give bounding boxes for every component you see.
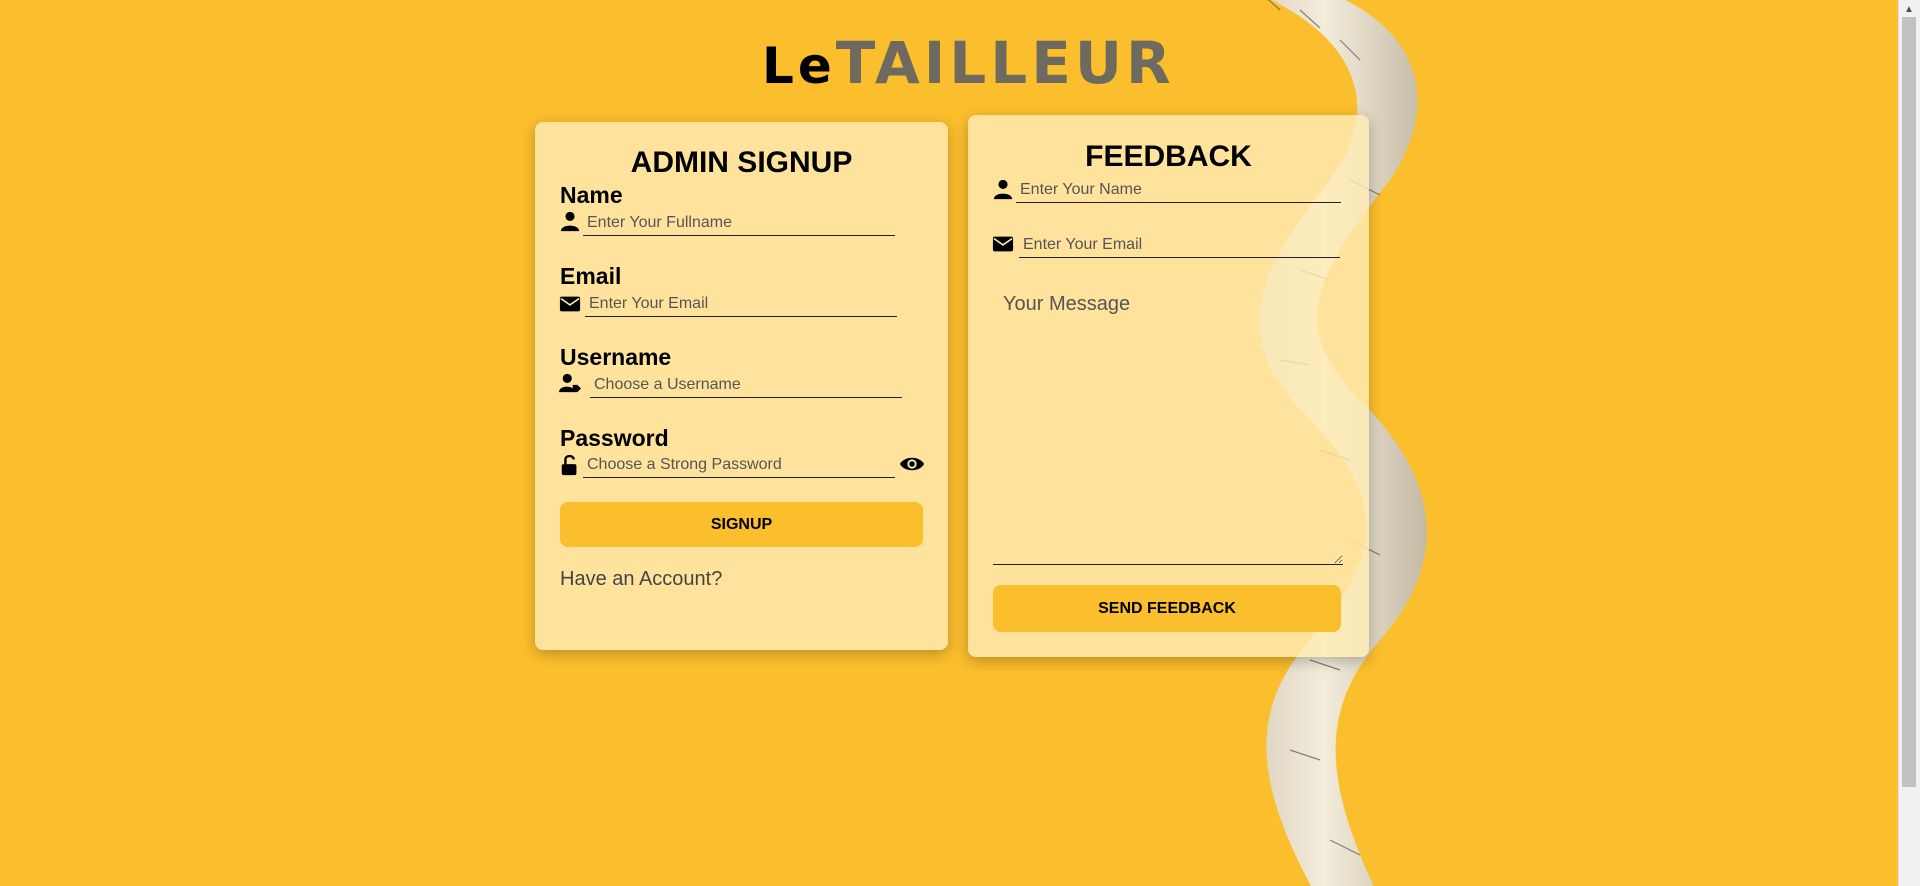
user-icon — [560, 211, 580, 232]
scrollbar-thumb[interactable] — [1902, 17, 1916, 787]
feedback-card: FEEDBACK SEND FEEDBACK — [968, 115, 1369, 657]
page: ▲ LeTAILLEUR ADMIN SIGNUP Name Email Use… — [0, 0, 1920, 886]
admin-signup-card: ADMIN SIGNUP Name Email Username Passwor… — [535, 122, 948, 650]
name-label: Name — [560, 182, 623, 208]
signup-button[interactable]: SIGNUP — [560, 502, 923, 547]
envelope-icon — [992, 236, 1014, 252]
feedback-title: FEEDBACK — [1085, 140, 1252, 173]
scroll-up-arrow-icon[interactable]: ▲ — [1904, 4, 1914, 15]
have-account-link[interactable]: Have an Account? — [560, 568, 722, 591]
logo-le: Le — [762, 37, 836, 95]
user-tag-icon — [559, 373, 581, 393]
page-scrollbar[interactable]: ▲ — [1898, 0, 1920, 886]
feedback-email-input[interactable] — [1019, 232, 1340, 258]
feedback-message-textarea[interactable] — [993, 285, 1343, 565]
send-feedback-button[interactable]: SEND FEEDBACK — [993, 585, 1341, 632]
logo-tailleur: TAILLEUR — [835, 29, 1175, 97]
email-label: Email — [560, 263, 622, 289]
site-logo: LeTAILLEUR — [762, 28, 1175, 101]
username-label: Username — [560, 344, 672, 370]
signup-title: ADMIN SIGNUP — [630, 146, 853, 179]
feedback-name-input[interactable] — [1016, 177, 1341, 203]
envelope-icon — [559, 296, 581, 312]
unlock-icon — [561, 454, 577, 476]
email-input[interactable] — [585, 291, 897, 317]
password-input[interactable] — [583, 452, 895, 478]
username-input[interactable] — [590, 372, 902, 398]
password-label: Password — [560, 425, 669, 451]
user-icon — [993, 179, 1013, 200]
eye-icon[interactable] — [899, 453, 925, 475]
fullname-input[interactable] — [583, 210, 895, 236]
